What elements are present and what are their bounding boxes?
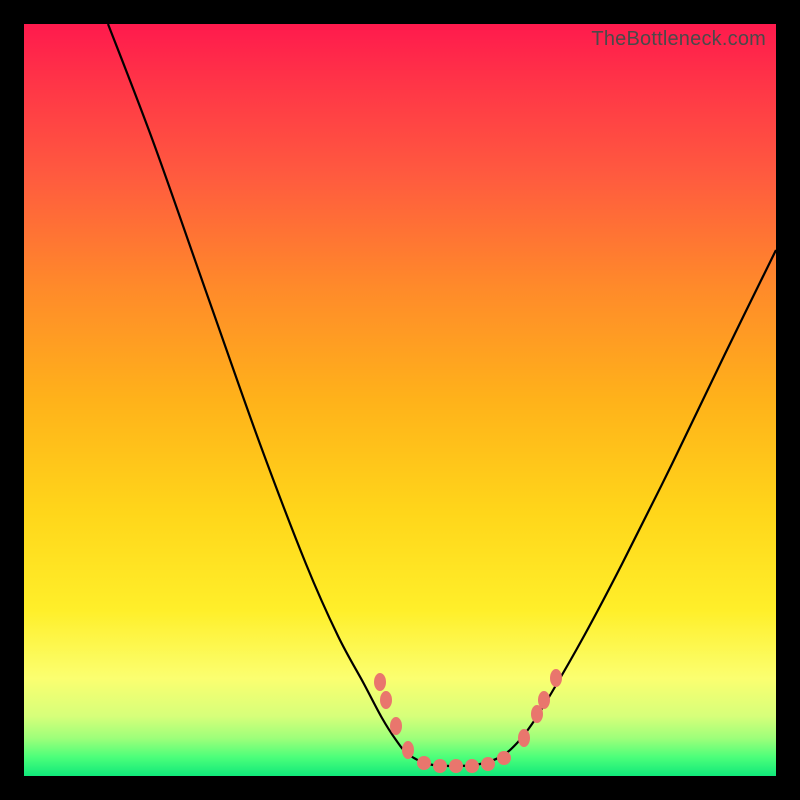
curve-markers — [374, 669, 562, 773]
curve-marker — [449, 759, 463, 773]
curve-marker — [497, 751, 511, 765]
curve-marker — [538, 691, 550, 709]
curve-marker — [390, 717, 402, 735]
curve-marker — [417, 756, 431, 770]
curve-marker — [402, 741, 414, 759]
curve-marker — [550, 669, 562, 687]
curve-marker — [518, 729, 530, 747]
curve-marker — [481, 757, 495, 771]
watermark-text: TheBottleneck.com — [591, 28, 766, 51]
bottleneck-curve — [108, 24, 776, 766]
curve-marker — [380, 691, 392, 709]
curve-marker — [465, 759, 479, 773]
chart-svg — [24, 24, 776, 776]
plot-area: TheBottleneck.com — [24, 24, 776, 776]
curve-marker — [374, 673, 386, 691]
curve-marker — [433, 759, 447, 773]
